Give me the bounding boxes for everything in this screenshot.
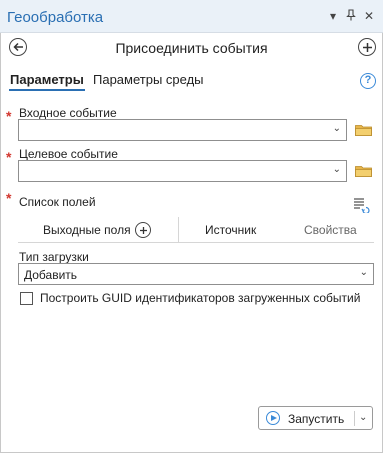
load-type-value: Добавить — [24, 268, 78, 282]
add-field-icon[interactable] — [135, 222, 151, 238]
target-event-label: Целевое событие — [19, 147, 118, 161]
chevron-down-icon: ⌄ — [332, 164, 341, 175]
chevron-down-icon: ⌄ — [359, 267, 368, 278]
tab-output-fields[interactable]: Выходные поля — [43, 223, 131, 237]
plus-circle-icon[interactable] — [358, 38, 376, 56]
divider — [178, 217, 179, 243]
play-icon — [266, 411, 280, 425]
tab-environments[interactable]: Параметры среды — [93, 72, 204, 87]
run-button[interactable]: Запустить ⌄ — [258, 406, 373, 430]
load-type-label: Тип загрузки — [19, 250, 89, 264]
field-list-options-icon[interactable] — [353, 197, 371, 213]
divider — [354, 411, 355, 426]
load-type-select[interactable]: Добавить ⌄ — [18, 263, 374, 285]
pane-titlebar: Геообработка ▾ ✕ — [0, 0, 383, 33]
close-icon[interactable]: ✕ — [362, 9, 376, 23]
tab-source[interactable]: Источник — [205, 223, 256, 237]
chevron-down-icon[interactable]: ▾ — [326, 9, 340, 23]
folder-icon[interactable] — [355, 123, 372, 136]
required-marker: * — [6, 149, 12, 165]
field-map-tabs: Выходные поля Источник Свойства — [18, 217, 374, 243]
build-guid-checkbox[interactable] — [20, 292, 33, 305]
chevron-down-icon[interactable]: ⌄ — [359, 412, 367, 423]
tool-title: Присоединить события — [115, 40, 268, 56]
pin-icon[interactable] — [344, 9, 358, 23]
run-button-label: Запустить — [288, 412, 345, 426]
chevron-down-icon: ⌄ — [332, 123, 341, 134]
help-icon[interactable]: ? — [360, 73, 376, 89]
build-guid-label: Построить GUID идентификаторов загруженн… — [40, 291, 361, 305]
input-event-combobox[interactable]: ⌄ — [18, 119, 347, 141]
tool-tabs: Параметры Параметры среды — [0, 70, 383, 94]
field-list-label: Список полей — [19, 195, 96, 209]
tab-properties[interactable]: Свойства — [304, 223, 357, 237]
target-event-combobox[interactable]: ⌄ — [18, 160, 347, 182]
tab-parameters[interactable]: Параметры — [9, 72, 85, 91]
input-event-label: Входное событие — [19, 106, 117, 120]
required-marker: * — [6, 108, 12, 124]
tool-header: Присоединить события — [0, 33, 383, 63]
pane-title: Геообработка — [7, 9, 104, 26]
folder-icon[interactable] — [355, 164, 372, 177]
required-marker: * — [6, 190, 12, 206]
